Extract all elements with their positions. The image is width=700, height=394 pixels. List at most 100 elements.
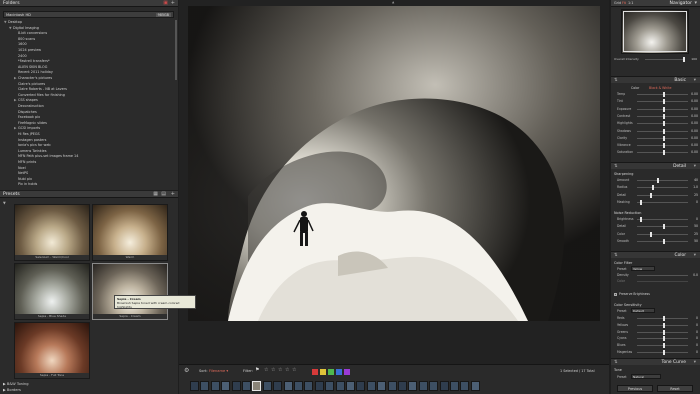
slider-knob[interactable] [639, 199, 642, 205]
slider-value[interactable]: 0.00 [691, 92, 698, 96]
zoom-grid[interactable]: Grid [614, 1, 621, 5]
preset-category-bw-toning[interactable]: ▶ B&W Toning [3, 382, 29, 386]
preset-category-arrow[interactable]: ▼ [3, 201, 6, 205]
slider-track[interactable] [637, 135, 688, 141]
rating-star-icon[interactable]: ☆ [271, 367, 275, 373]
collapse-icon[interactable]: ▾ [694, 0, 697, 6]
navigator-preview[interactable] [621, 9, 689, 54]
folder-tree-item[interactable]: Noel [4, 166, 26, 171]
slider-value[interactable]: 0.00 [691, 99, 698, 103]
filmstrip-thumb[interactable] [439, 381, 449, 391]
slider-value[interactable]: 25 [694, 193, 698, 197]
slider-value[interactable]: 0 [696, 336, 698, 340]
slider-value[interactable]: 0.00 [691, 143, 698, 147]
slider-knob[interactable] [662, 99, 665, 105]
section-toggle-icon[interactable]: ⇅ [614, 164, 618, 169]
filmstrip-thumb[interactable] [221, 381, 231, 391]
folder-tree-item[interactable]: 1024 preview [4, 48, 41, 53]
slider-knob[interactable] [662, 316, 665, 321]
previous-button[interactable]: Previous [617, 385, 653, 392]
section-menu-icon[interactable]: ▾ [694, 78, 696, 83]
filmstrip-thumb[interactable] [387, 381, 397, 391]
filmstrip-thumb[interactable] [294, 381, 303, 391]
slider-knob[interactable] [662, 329, 665, 335]
filmstrip-thumb[interactable] [231, 381, 241, 391]
zoom-fit[interactable]: Fit [622, 1, 626, 5]
slider-track[interactable] [637, 99, 688, 105]
folder-tree-item[interactable]: ▶GCSI imports [4, 126, 40, 131]
flag-icon[interactable]: ⚑ [255, 367, 259, 373]
slider-knob[interactable] [662, 150, 665, 156]
filmstrip-thumb[interactable] [325, 381, 335, 391]
filmstrip-thumb[interactable] [460, 381, 470, 391]
preset-thumb[interactable]: Warm [92, 204, 168, 261]
slider-track[interactable] [637, 121, 688, 127]
slider-knob[interactable] [662, 92, 665, 97]
folder-tree-item[interactable]: MFN prints [4, 160, 36, 165]
section-toggle-icon[interactable]: ⇅ [614, 253, 618, 258]
folder-tree-item[interactable]: NetPS [4, 171, 28, 176]
filmstrip-thumb[interactable] [450, 381, 459, 391]
slider-value[interactable]: 0 [696, 323, 698, 327]
slider-knob[interactable] [662, 350, 665, 355]
filmstrip-thumb[interactable] [273, 381, 283, 391]
filmstrip-thumb[interactable] [356, 381, 366, 391]
folders-scrollbar[interactable] [175, 20, 177, 80]
folder-tree-item[interactable]: Instagen posters [4, 138, 46, 143]
slider-track[interactable] [637, 185, 688, 191]
filter-color-track[interactable] [637, 281, 688, 282]
slider-track[interactable] [637, 231, 688, 237]
folder-tree-item[interactable]: ▶CSS shapes [4, 98, 38, 103]
filmstrip-thumb[interactable] [418, 381, 428, 391]
section-toggle-icon[interactable]: ⇅ [614, 78, 618, 83]
slider-track[interactable] [637, 329, 688, 335]
slider-value[interactable]: 0.00 [691, 114, 698, 118]
section-menu-icon[interactable]: ▾ [694, 164, 696, 169]
slider-value[interactable]: 40 [694, 178, 698, 182]
rating-star-icon[interactable]: ☆ [264, 367, 268, 373]
basic-header[interactable]: ⇅ Basic ▾ [611, 76, 700, 83]
sensitivity-preset-select[interactable]: Default [631, 308, 655, 313]
folder-tree-item[interactable]: 800 scans [4, 37, 35, 42]
filmstrip-thumb[interactable] [190, 381, 199, 391]
detail-header[interactable]: ⇅ Detail ▾ [611, 162, 700, 169]
folder-tree-item[interactable]: Ionia's pics for web [4, 143, 51, 148]
filmstrip-thumb[interactable] [252, 381, 262, 391]
slider-value[interactable]: 0.00 [691, 121, 698, 125]
slider-track[interactable] [637, 350, 688, 355]
slider-track[interactable] [637, 113, 688, 119]
slider-value[interactable]: 0 [696, 217, 698, 221]
filmstrip-thumb[interactable] [366, 381, 376, 391]
preset-thumb[interactable]: Sepia - Full Tone [14, 322, 90, 379]
slider-value[interactable]: 0 [696, 330, 698, 334]
filmstrip-thumb[interactable] [335, 381, 345, 391]
color-header[interactable]: ⇅ Color ▾ [611, 251, 700, 258]
preset-thumb[interactable]: Sepia - Blue Shade [14, 263, 90, 320]
preset-category-borders[interactable]: ▶ Borders [3, 388, 21, 392]
slider-value[interactable]: 0.00 [691, 150, 698, 154]
folder-tree-item[interactable]: 2400 [4, 54, 27, 59]
slider-track[interactable] [637, 150, 688, 156]
volume-row[interactable]: Macintosh HD 985GB [3, 11, 174, 18]
density-track[interactable] [637, 275, 688, 276]
rating-star-icon[interactable]: ☆ [278, 367, 282, 373]
filmstrip-thumb[interactable] [429, 381, 439, 391]
slider-track[interactable] [637, 238, 688, 244]
folder-tree-item[interactable]: Recent 2011 holiday [4, 70, 53, 75]
folder-tree-item[interactable]: Facebook pix [4, 115, 40, 120]
slider-knob[interactable] [662, 336, 665, 342]
folder-tree-item[interactable]: Deconstruction [4, 104, 44, 109]
color-filter-preset-select[interactable]: Yellow [631, 266, 655, 271]
section-menu-icon[interactable]: ▾ [694, 360, 696, 365]
filmstrip-thumb[interactable] [200, 381, 210, 391]
filmstrip-thumb[interactable] [408, 381, 418, 391]
filmstrip-thumb[interactable] [377, 381, 387, 391]
folder-tree-item[interactable]: Hi Res JPEGS [4, 132, 40, 137]
preserve-brightness-checkbox[interactable] [614, 293, 617, 296]
add-preset-icon[interactable]: + [171, 191, 175, 197]
color-mode-value[interactable]: Black & White [649, 86, 671, 90]
filmstrip-thumb[interactable] [242, 381, 251, 391]
filmstrip-thumb[interactable] [283, 381, 293, 391]
slider-knob[interactable] [662, 343, 665, 349]
slider-value[interactable]: 0 [696, 316, 698, 320]
